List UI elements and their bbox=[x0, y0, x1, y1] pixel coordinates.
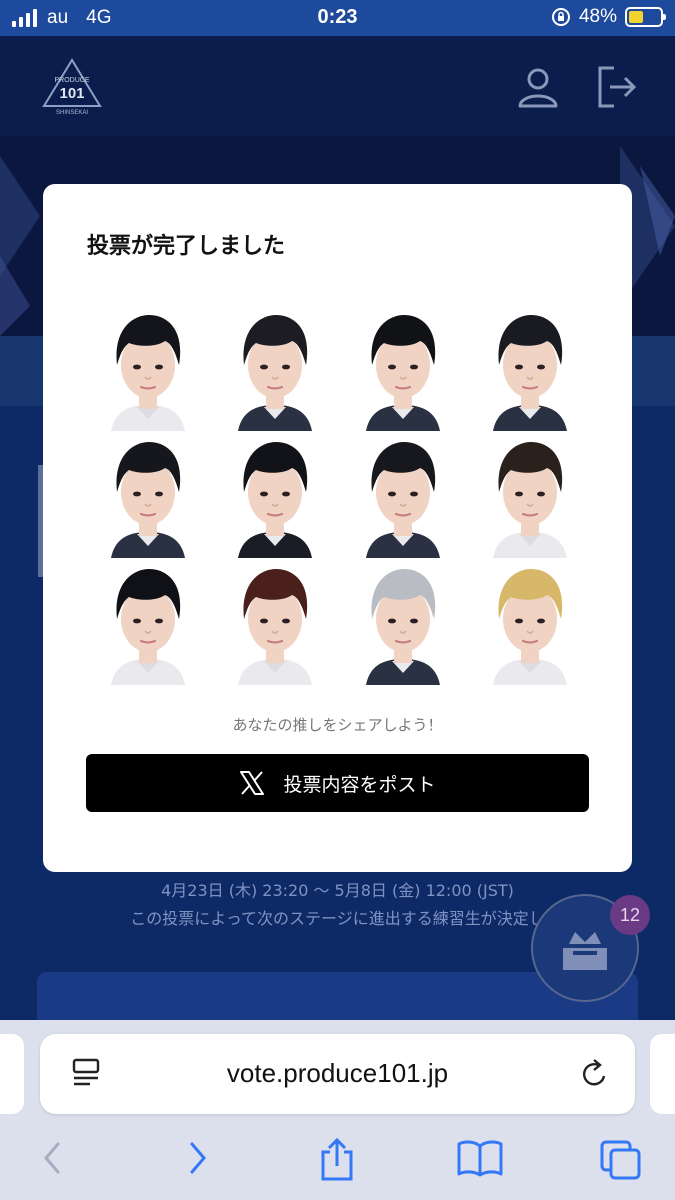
trainee-portrait-icon bbox=[110, 315, 185, 431]
crown-ballot-icon bbox=[563, 932, 607, 970]
trainee-portrait-icon bbox=[493, 315, 568, 431]
battery-icon bbox=[625, 7, 666, 27]
post-to-x-button[interactable]: 投票内容をポスト bbox=[86, 754, 589, 812]
trainee-grid bbox=[87, 306, 591, 685]
trainee-photo bbox=[215, 560, 337, 685]
share-icon[interactable] bbox=[317, 1138, 357, 1182]
trainee-portrait-icon bbox=[493, 569, 568, 685]
trainee-portrait-icon bbox=[110, 442, 185, 558]
logo-text-bottom: SHINSEKAI bbox=[56, 110, 88, 116]
bookmarks-icon[interactable] bbox=[456, 1138, 504, 1178]
x-logo-icon bbox=[240, 771, 265, 795]
battery-percent: 48% bbox=[578, 6, 617, 27]
address-bar[interactable]: vote.produce101.jp bbox=[40, 1034, 635, 1114]
logo-text-number: 101 bbox=[59, 85, 84, 102]
reload-icon[interactable] bbox=[580, 1058, 610, 1090]
vote-complete-modal: 投票が完了しました あなたの推しをシェアしよう！ 投票内容をポスト bbox=[43, 184, 632, 872]
period-text: 4月23日 (木) 23:20 〜 5月8日 (金) 12:00 (JST) bbox=[161, 881, 514, 900]
trainee-portrait-icon bbox=[238, 442, 313, 558]
next-tab-edge[interactable] bbox=[650, 1034, 675, 1114]
produce101-logo[interactable]: PRODUCE 101 SHINSEKAI bbox=[42, 58, 102, 116]
trainee-photo bbox=[470, 433, 592, 558]
trainee-photo bbox=[87, 433, 209, 558]
count-badge: 12 bbox=[610, 895, 650, 935]
trainee-portrait-icon bbox=[365, 442, 440, 558]
trainee-photo bbox=[342, 433, 464, 558]
trainee-portrait-icon bbox=[493, 442, 568, 558]
trainee-photo bbox=[470, 560, 592, 685]
trainee-photo bbox=[87, 306, 209, 431]
browser-toolbar bbox=[0, 1138, 675, 1188]
modal-title: 投票が完了しました bbox=[87, 234, 286, 259]
logout-icon[interactable] bbox=[594, 64, 640, 110]
logo-text-top: PRODUCE bbox=[54, 77, 89, 84]
trainee-portrait-icon bbox=[365, 569, 440, 685]
trainee-photo bbox=[215, 433, 337, 558]
trainee-photo bbox=[470, 306, 592, 431]
trainee-portrait-icon bbox=[238, 315, 313, 431]
trainee-portrait-icon bbox=[365, 315, 440, 431]
trainee-photo bbox=[342, 560, 464, 685]
site-header: PRODUCE 101 SHINSEKAI bbox=[0, 36, 675, 136]
user-icon[interactable] bbox=[516, 66, 560, 110]
trainee-photo bbox=[87, 560, 209, 685]
trainee-portrait-icon bbox=[110, 569, 185, 685]
url-text: vote.produce101.jp bbox=[226, 1058, 449, 1088]
browser-chrome: vote.produce101.jp bbox=[0, 1020, 675, 1200]
forward-icon[interactable] bbox=[182, 1138, 212, 1178]
previous-tab-edge[interactable] bbox=[0, 1034, 24, 1114]
trainee-portrait-icon bbox=[238, 569, 313, 685]
share-prompt: あなたの推しをシェアしよう！ bbox=[232, 716, 443, 734]
trainee-photo bbox=[215, 306, 337, 431]
orientation-lock-icon bbox=[551, 8, 570, 26]
post-button-label: 投票内容をポスト bbox=[283, 773, 436, 796]
trainee-photo bbox=[342, 306, 464, 431]
back-icon[interactable] bbox=[38, 1138, 68, 1178]
status-bar: au 4G 0:23 48% bbox=[0, 0, 675, 36]
tabs-icon[interactable] bbox=[598, 1138, 644, 1180]
